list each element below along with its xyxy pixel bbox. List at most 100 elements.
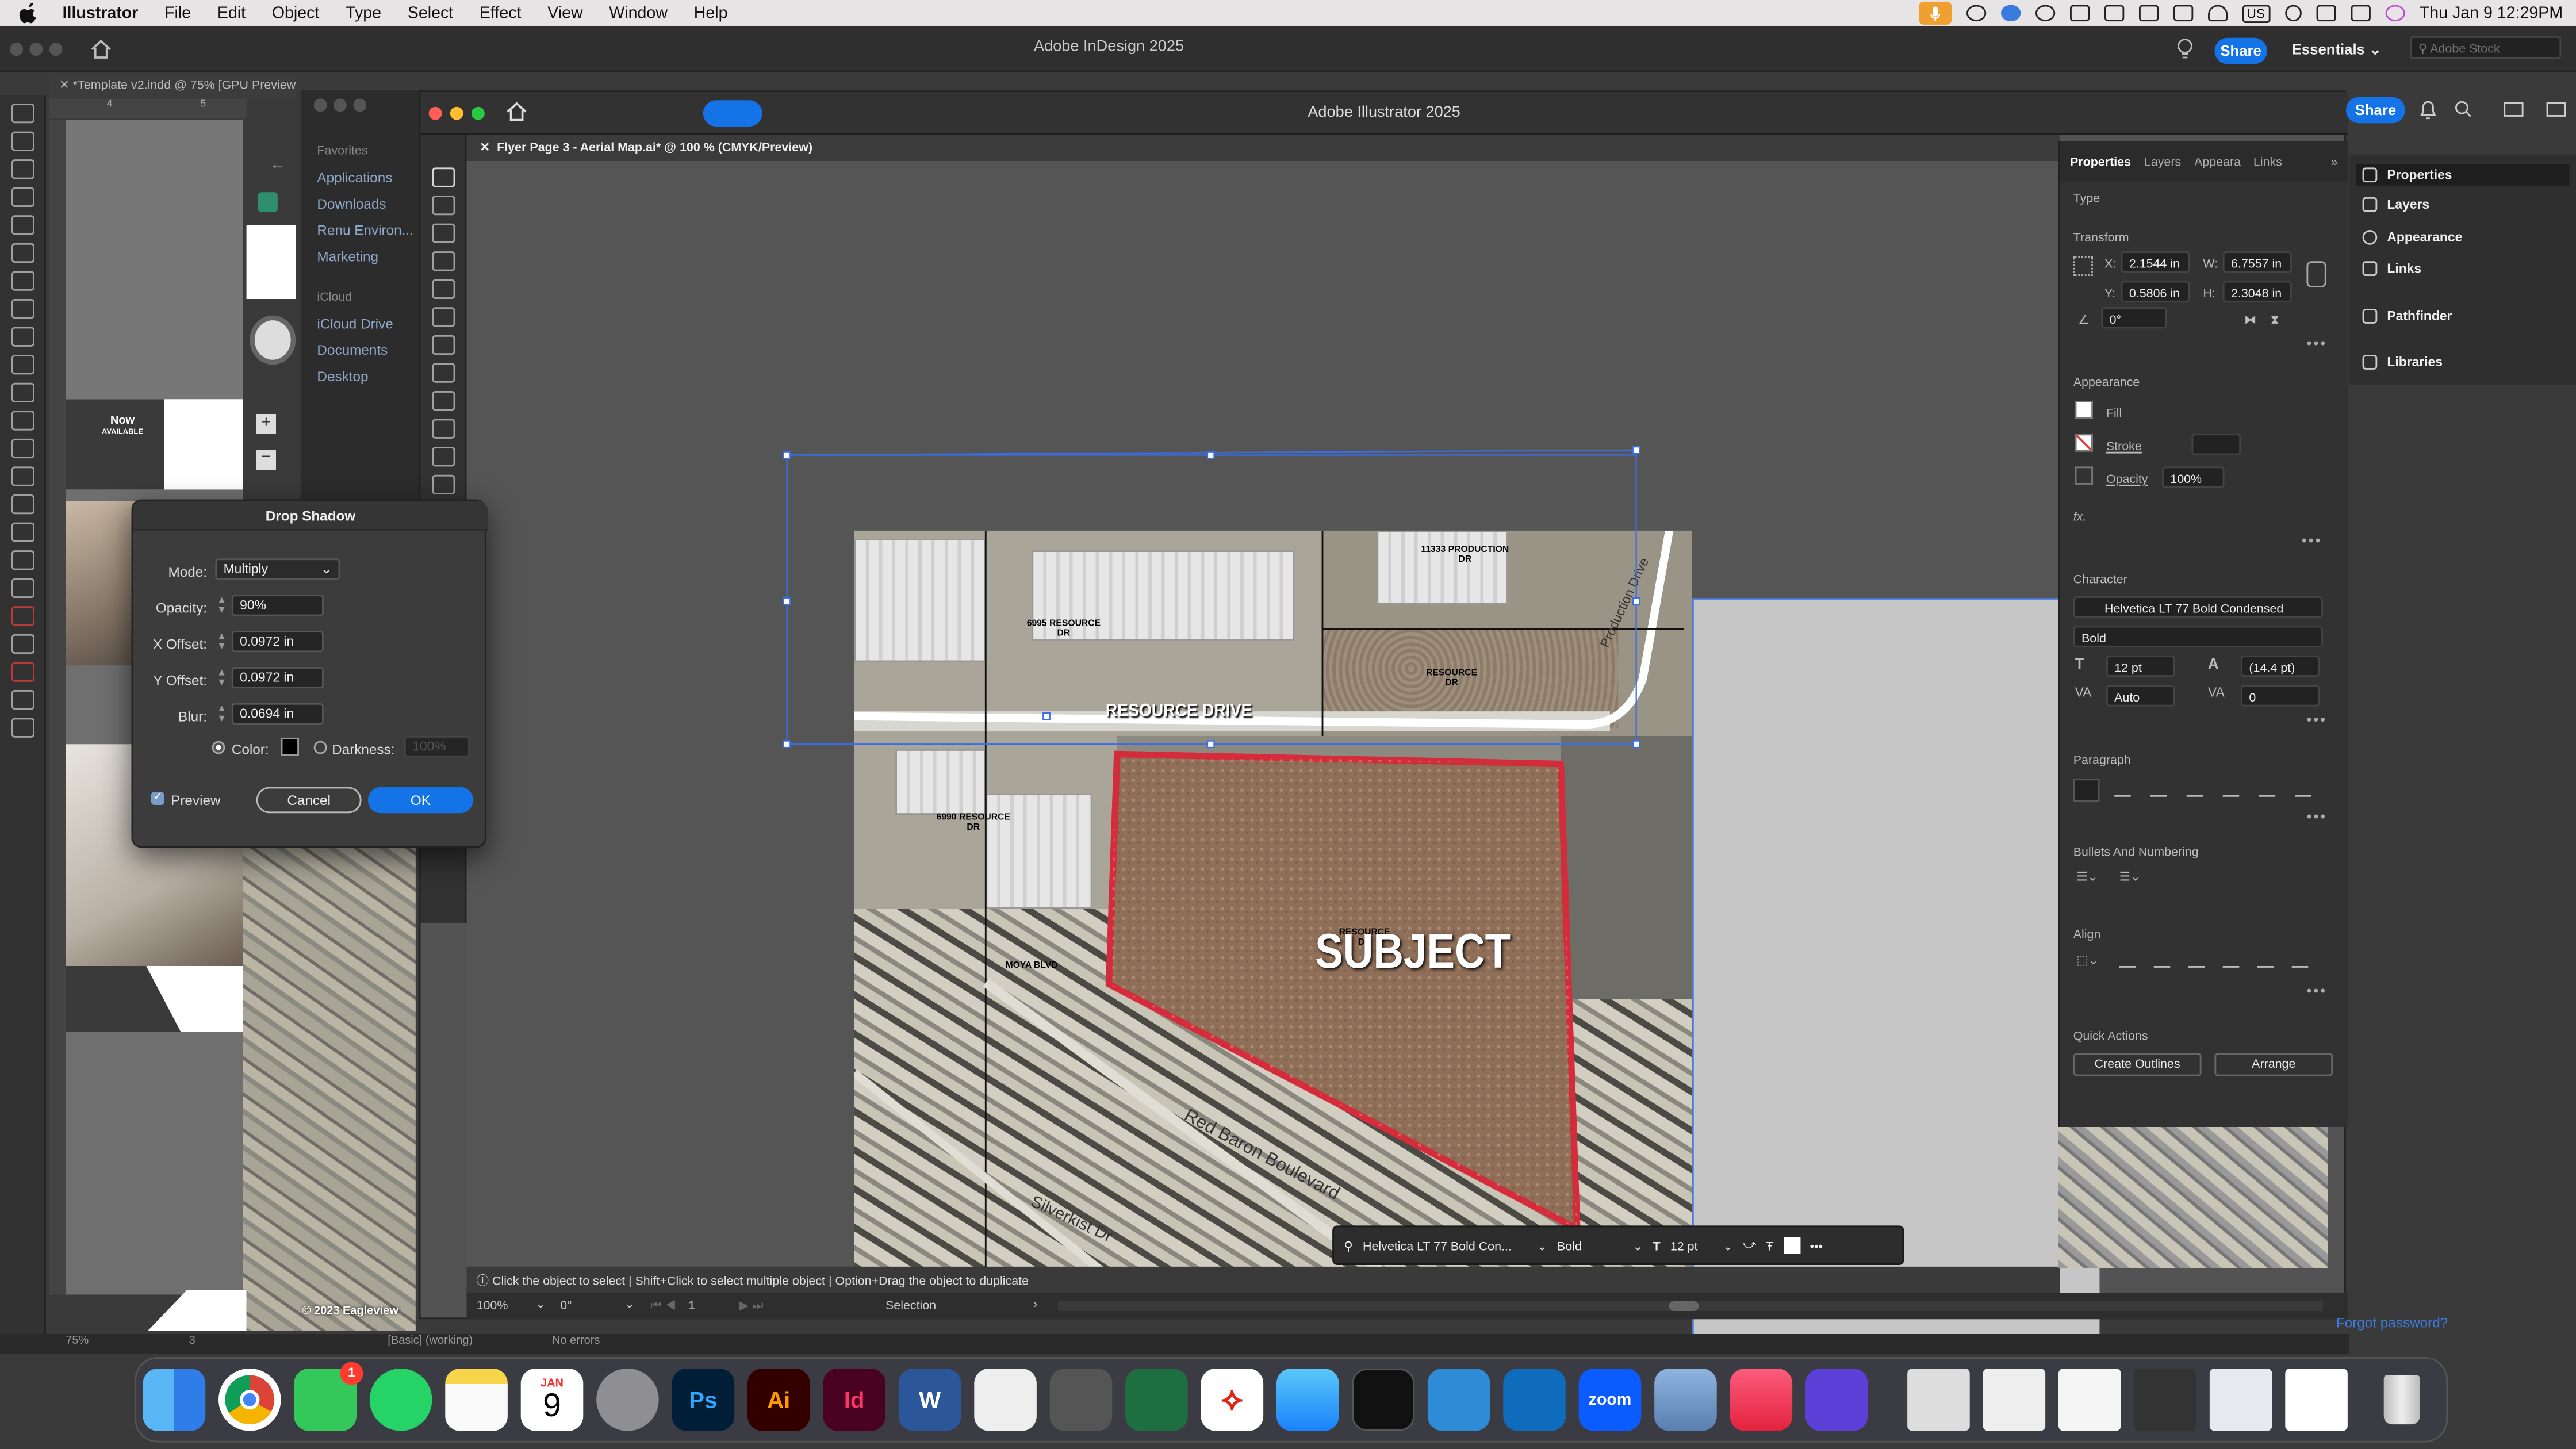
reference-point-icon[interactable] bbox=[2073, 256, 2093, 276]
blur-field[interactable]: 0.0694 in bbox=[231, 703, 324, 724]
keyboard-layout-indicator[interactable]: US bbox=[2241, 4, 2270, 22]
stepper-icon[interactable]: ▲ ▼ bbox=[217, 669, 227, 688]
rotation-field[interactable]: 0° bbox=[560, 1298, 572, 1313]
menu-window[interactable]: Window bbox=[596, 4, 680, 22]
artboard-number-field[interactable]: 1 bbox=[688, 1298, 695, 1313]
arrange-button[interactable]: Arrange bbox=[2214, 1053, 2333, 1076]
zoom-icon[interactable] bbox=[353, 98, 367, 112]
dock-libraries[interactable]: Libraries bbox=[2362, 355, 2443, 370]
close-tab-icon[interactable]: ✕ bbox=[59, 77, 73, 92]
vertical-align-bottom-icon[interactable] bbox=[2291, 953, 2309, 968]
font-style-dropdown[interactable]: Bold bbox=[2073, 626, 2323, 647]
gap-tool-icon[interactable] bbox=[12, 187, 34, 207]
display-icon[interactable] bbox=[2172, 5, 2193, 22]
scissors-tool-icon[interactable] bbox=[12, 411, 34, 431]
type-tool-icon[interactable] bbox=[432, 335, 455, 355]
chevron-down-icon[interactable]: ⌄ bbox=[535, 1296, 546, 1311]
align-center-icon[interactable] bbox=[2114, 782, 2131, 797]
width-field[interactable]: 6.7557 in bbox=[2222, 251, 2292, 273]
recent-file-thumbnail[interactable] bbox=[2285, 1368, 2348, 1431]
apply-none-icon[interactable] bbox=[12, 662, 34, 682]
vertical-align-center-icon[interactable] bbox=[2257, 953, 2274, 968]
context-font-dropdown[interactable]: Helvetica LT 77 Bold Con... bbox=[1363, 1238, 1527, 1253]
menu-effect[interactable]: Effect bbox=[466, 4, 534, 22]
selection-bounding-box[interactable] bbox=[466, 161, 2060, 1267]
calculator-app-icon[interactable] bbox=[1049, 1368, 1113, 1431]
opacity-label[interactable]: Opacity bbox=[2106, 471, 2148, 486]
horizontal-align-center-icon[interactable] bbox=[2153, 953, 2171, 968]
tab-properties[interactable]: Properties bbox=[2070, 155, 2131, 170]
search-icon[interactable] bbox=[2284, 5, 2302, 22]
help-icon[interactable]: ⓘ bbox=[477, 1273, 492, 1288]
chrome-app-icon[interactable] bbox=[218, 1368, 281, 1431]
chevron-down-icon[interactable]: ⌄ bbox=[1632, 1238, 1643, 1253]
zoom-out-icon[interactable]: − bbox=[256, 449, 276, 470]
indesign-app-icon[interactable]: Id bbox=[823, 1368, 885, 1431]
bullet-list-icon[interactable]: ☰⌄ bbox=[2076, 869, 2098, 884]
word-app-icon[interactable]: W bbox=[898, 1368, 961, 1431]
zoom-tool-icon[interactable] bbox=[12, 578, 34, 598]
direct-selection-tool-icon[interactable] bbox=[432, 195, 455, 216]
vertical-align-top-icon[interactable] bbox=[2222, 953, 2240, 968]
align-to-icon[interactable]: ⬚⌄ bbox=[2076, 953, 2098, 968]
sidebar-item-documents[interactable]: Documents bbox=[301, 337, 419, 363]
recent-file-thumbnail[interactable] bbox=[2209, 1368, 2272, 1431]
hand-tool-icon[interactable] bbox=[12, 550, 34, 570]
dock-pathfinder[interactable]: Pathfinder bbox=[2362, 309, 2452, 324]
docs-app-icon[interactable] bbox=[1427, 1368, 1490, 1431]
rotate-tool-icon[interactable] bbox=[432, 363, 455, 383]
type-tool-icon[interactable] bbox=[12, 243, 34, 263]
adobe-icon[interactable] bbox=[2103, 5, 2124, 22]
leading-field[interactable]: (14.4 pt) bbox=[2241, 656, 2320, 677]
zoom-app-icon[interactable]: zoom bbox=[1578, 1368, 1642, 1431]
recent-file-thumbnail[interactable] bbox=[2058, 1368, 2121, 1431]
music-app-icon[interactable] bbox=[1730, 1368, 1793, 1431]
cancel-button[interactable]: Cancel bbox=[256, 787, 362, 814]
preflight-profile[interactable]: [Basic] (working) bbox=[388, 1336, 473, 1347]
excel-app-icon[interactable] bbox=[1125, 1368, 1188, 1431]
page-tool-icon[interactable] bbox=[12, 159, 34, 179]
last-artboard-icon[interactable]: ▶ ⏭ bbox=[739, 1298, 764, 1314]
selection-tool-icon[interactable] bbox=[12, 103, 34, 124]
selection-tool-icon[interactable] bbox=[432, 167, 455, 187]
control-center-icon[interactable] bbox=[2350, 5, 2371, 22]
more-options-icon[interactable]: ••• bbox=[2306, 808, 2327, 825]
fill-swatch[interactable] bbox=[1783, 1237, 1800, 1254]
gradient-tool-icon[interactable] bbox=[432, 447, 455, 467]
tracking-field[interactable]: 0 bbox=[2241, 685, 2320, 707]
adobe-stock-search[interactable]: ⚲ Adobe Stock bbox=[2410, 36, 2562, 59]
recent-file-thumbnail[interactable] bbox=[1983, 1368, 2046, 1431]
preview-label[interactable]: Preview bbox=[171, 792, 220, 808]
darkness-radio[interactable] bbox=[313, 741, 327, 754]
fill-stroke-icon[interactable] bbox=[12, 606, 34, 626]
menu-select[interactable]: Select bbox=[394, 4, 466, 22]
horizontal-scrollbar[interactable] bbox=[1058, 1301, 2323, 1311]
menu-type[interactable]: Type bbox=[332, 4, 394, 22]
numbered-list-icon[interactable]: ☰⌄ bbox=[2119, 869, 2141, 884]
opacity-field[interactable]: 100% bbox=[2162, 466, 2225, 488]
view-mode-icon[interactable] bbox=[12, 718, 34, 738]
notes-app-icon[interactable] bbox=[445, 1368, 508, 1431]
dock-layers[interactable]: Layers bbox=[2362, 197, 2429, 212]
x-field[interactable]: 2.1544 in bbox=[2121, 251, 2190, 273]
tab-layers[interactable]: Layers bbox=[2144, 155, 2181, 170]
forgot-password-link[interactable]: Forgot password? bbox=[2336, 1314, 2448, 1331]
microphone-icon[interactable] bbox=[1918, 1, 1952, 25]
workspace-switcher[interactable]: Essentials ⌄ bbox=[2292, 41, 2382, 59]
close-tab-icon[interactable]: ✕ bbox=[480, 140, 497, 155]
photoshop-app-icon[interactable]: Ps bbox=[672, 1368, 735, 1431]
illustrator-share-button[interactable]: Share bbox=[2346, 97, 2405, 124]
screenshot-app-icon[interactable] bbox=[974, 1368, 1037, 1431]
activity-monitor-app-icon[interactable] bbox=[1352, 1368, 1414, 1431]
app-menu[interactable]: Illustrator bbox=[49, 4, 152, 22]
chevron-right-icon[interactable]: › bbox=[1033, 1296, 1037, 1311]
shape-builder-tool-icon[interactable] bbox=[432, 419, 455, 439]
font-search-icon[interactable]: ⚲ bbox=[1344, 1238, 1353, 1253]
stepper-icon[interactable]: ▲ ▼ bbox=[217, 705, 227, 724]
fx-icon[interactable]: fx. bbox=[2073, 509, 2087, 524]
whatsapp-app-icon[interactable] bbox=[369, 1368, 432, 1431]
indesign-document-tab[interactable]: ✕ *Template v2.indd @ 75% [GPU Preview] bbox=[49, 74, 296, 97]
more-options-icon[interactable]: ••• bbox=[2306, 983, 2327, 999]
eyedropper-tool-icon[interactable] bbox=[432, 474, 455, 494]
color-radio[interactable] bbox=[212, 741, 225, 754]
